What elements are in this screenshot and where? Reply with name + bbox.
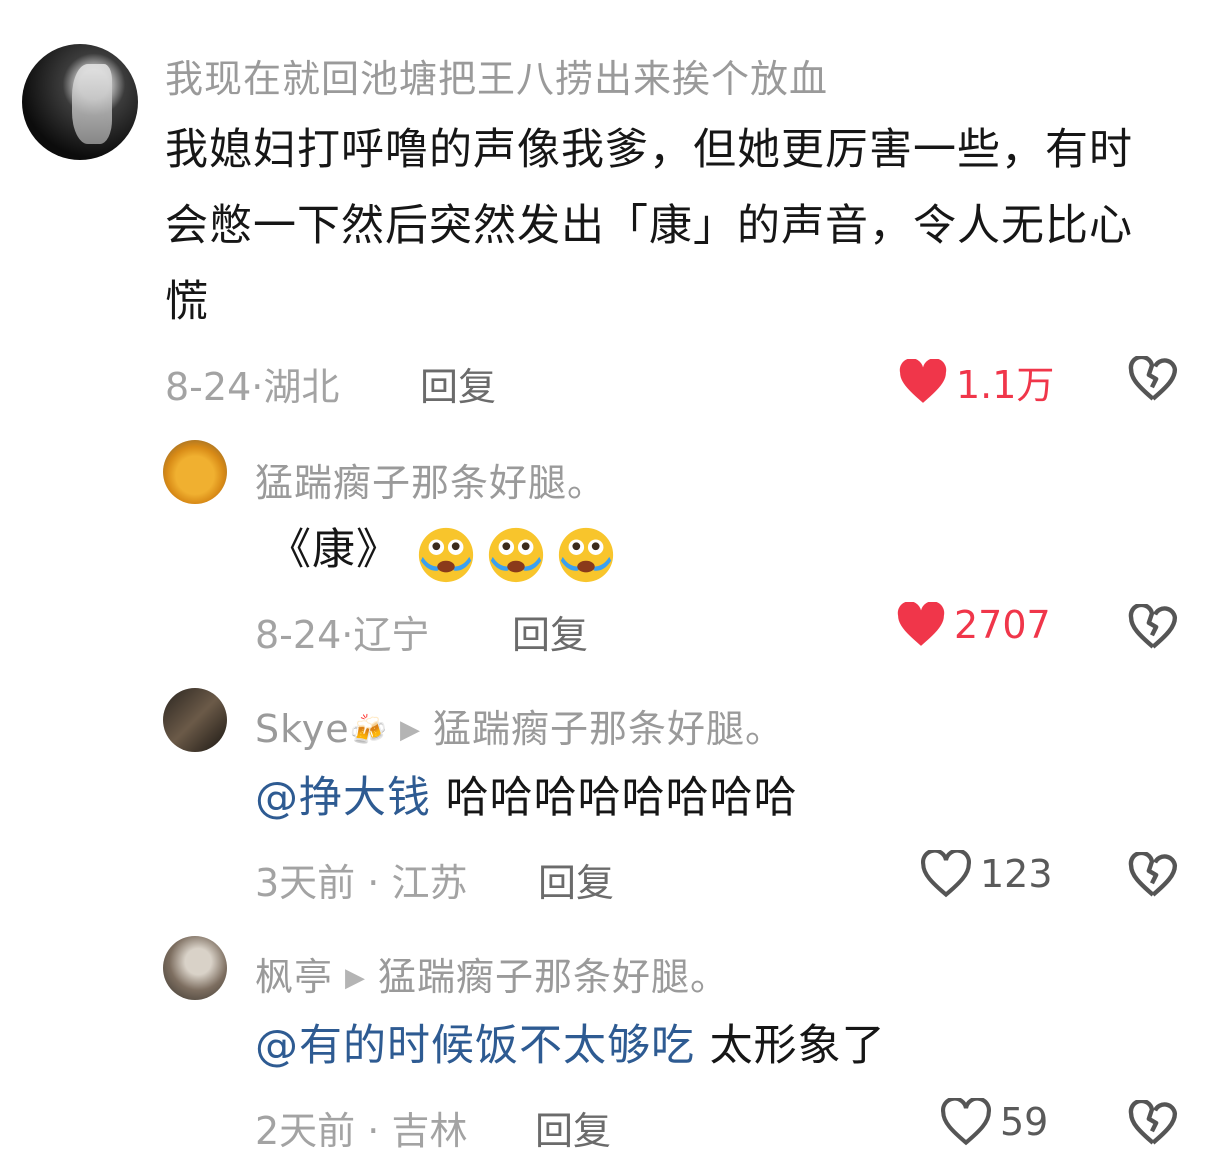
username[interactable]: 猛踹瘸子那条好腿。	[255, 452, 606, 507]
username-text[interactable]: Skye	[255, 707, 350, 751]
comment-meta: 2天前 · 吉林	[255, 1109, 468, 1153]
comment-meta: 8-24·辽宁	[255, 613, 430, 657]
comment-date: 3天前	[255, 861, 356, 905]
like-count: 2707	[954, 603, 1051, 647]
comment-date: 8-24	[165, 365, 252, 409]
comment-meta: 3天前 · 江苏	[255, 861, 468, 905]
comment-text: 《康》	[268, 512, 625, 588]
like-button[interactable]: 1.1万	[898, 354, 1054, 409]
comment-text: 我媳妇打呼噜的声像我爹，但她更厉害一些，有时会憋一下然后突然发出「康」的声音，令…	[165, 125, 1133, 327]
reply-arrow-icon: ▶	[400, 715, 421, 745]
heart-filled-icon	[899, 358, 947, 403]
comment-text: @有的时候饭不太够吃 太形象了	[255, 1008, 886, 1084]
reply-button[interactable]: 回复	[420, 356, 496, 411]
heart-outline-icon	[941, 1098, 991, 1146]
dislike-button[interactable]	[1128, 354, 1178, 406]
mention-link[interactable]: @挣大钱	[255, 773, 431, 823]
reply-button[interactable]: 回复	[512, 604, 588, 659]
comment-location: 吉林	[391, 1109, 468, 1153]
username-text[interactable]: 枫亭	[255, 955, 333, 999]
comment-text-content: 哈哈哈哈哈哈哈哈	[445, 773, 798, 823]
comment-meta: 8-24·湖北	[165, 365, 340, 409]
avatar[interactable]	[163, 688, 227, 752]
avatar[interactable]	[163, 440, 227, 504]
like-count: 1.1万	[956, 363, 1055, 407]
username: 枫亭 ▶ 猛踹瘸子那条好腿。	[255, 946, 729, 1001]
like-button[interactable]: 123	[920, 850, 1053, 898]
reply-button[interactable]: 回复	[535, 1100, 611, 1155]
comment-text: @挣大钱 哈哈哈哈哈哈哈哈	[255, 760, 798, 836]
crying-face-emoji-icon	[488, 527, 543, 582]
like-count: 59	[1000, 1100, 1049, 1144]
comment-location: 江苏	[391, 861, 468, 905]
reply-button[interactable]: 回复	[538, 852, 614, 907]
dislike-button[interactable]	[1128, 602, 1178, 654]
like-button[interactable]: 2707	[896, 602, 1051, 648]
dislike-button[interactable]	[1128, 1098, 1178, 1150]
avatar[interactable]	[163, 936, 227, 1000]
heart-filled-icon	[897, 602, 945, 646]
mention-link[interactable]: @有的时候饭不太够吃	[255, 1021, 695, 1071]
username[interactable]: 我现在就回池塘把王八捞出来挨个放血	[165, 48, 828, 103]
reply-to-username[interactable]: 猛踹瘸子那条好腿。	[433, 707, 784, 751]
heart-outline-icon	[921, 850, 971, 898]
comment-date: 8-24	[255, 613, 342, 657]
like-count: 123	[980, 852, 1053, 896]
comment-location: 湖北	[263, 365, 340, 409]
like-button[interactable]: 59	[940, 1098, 1048, 1146]
comment-text-content: 太形象了	[709, 1021, 886, 1071]
comment-location: 辽宁	[353, 613, 430, 657]
broken-heart-icon	[1128, 354, 1178, 401]
beer-mugs-emoji-icon: 🍻	[349, 713, 388, 748]
crying-face-emoji-icon	[558, 527, 613, 582]
avatar[interactable]	[22, 44, 138, 160]
crying-face-emoji-icon	[418, 527, 473, 582]
broken-heart-icon	[1128, 1098, 1178, 1145]
comment-text-content: 《康》	[268, 525, 400, 575]
reply-to-username[interactable]: 猛踹瘸子那条好腿。	[378, 955, 729, 999]
comment-date: 2天前	[255, 1109, 356, 1153]
username: Skye🍻 ▶ 猛踹瘸子那条好腿。	[255, 698, 784, 753]
broken-heart-icon	[1128, 602, 1178, 649]
broken-heart-icon	[1128, 850, 1178, 897]
reply-arrow-icon: ▶	[345, 963, 367, 993]
dislike-button[interactable]	[1128, 850, 1178, 902]
